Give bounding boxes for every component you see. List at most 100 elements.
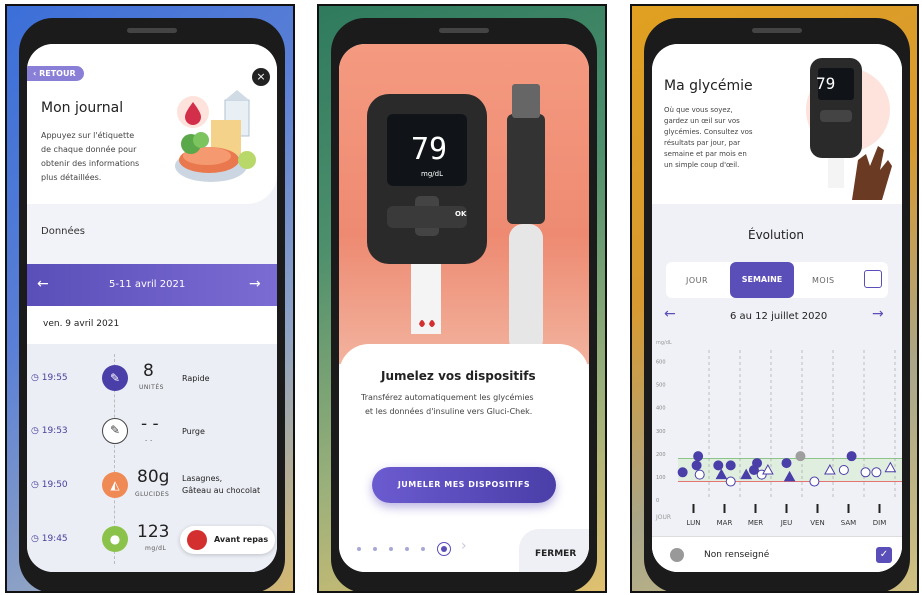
entry-label[interactable]: Lasagnes, (182, 474, 222, 483)
blood-drop-icon[interactable]: ● (102, 526, 128, 552)
data-point-circle (809, 476, 820, 487)
glucometer-and-pen-illustration (367, 84, 545, 354)
pairing-title: Jumelez vos dispositifs (381, 369, 536, 383)
entry-time: ◷ 19:55 (31, 373, 68, 383)
entry-label[interactable]: Rapide (182, 374, 210, 383)
entry-time-value: 19:55 (41, 373, 68, 383)
intro-line-1: Appuyez sur l'étiquette (41, 131, 135, 140)
legend-checkbox[interactable]: ✓ (876, 547, 892, 563)
day-tick (878, 504, 881, 513)
next-page-chevron-icon[interactable]: › (461, 538, 467, 554)
meal-tag-label: Avant repas (214, 535, 269, 544)
x-tick-label: LUN (687, 519, 701, 527)
pairing-desc-2: et les données d'insuline vers Gluci-Che… (365, 407, 533, 416)
intro-line-4: résultats par jour, par (664, 139, 741, 147)
entry-unit: GLUCIDES (135, 491, 170, 498)
intro-line-2: gardez un œil sur vos (664, 117, 740, 125)
y-tick-label: 300 (656, 429, 666, 435)
pizza-icon[interactable]: ◭ (102, 472, 128, 498)
page-title: Mon journal (41, 100, 124, 116)
pair-devices-button[interactable]: JUMELER MES DISPOSITIFS (372, 467, 556, 503)
phone-frame: ‹ RETOUR × Mon journal Appuyez sur l'éti… (19, 18, 285, 591)
page-dot[interactable] (389, 547, 393, 551)
intro-line-3: obtenir des informations (41, 159, 140, 168)
data-point-circle (694, 469, 705, 480)
back-button[interactable]: ‹ RETOUR (27, 66, 84, 81)
tab-month[interactable]: MOIS (812, 276, 835, 285)
y-tick-label: 200 (656, 452, 666, 458)
prev-range-arrow-icon[interactable]: ← (664, 306, 676, 322)
calendar-icon[interactable] (864, 270, 882, 288)
day-header: ven. 9 avril 2021 (27, 306, 277, 344)
close-button[interactable]: × (252, 68, 270, 86)
entry-label[interactable]: Purge (182, 427, 205, 436)
intro-line-5: semaine et par mois en (664, 150, 747, 158)
entry-unit: mg/dL (145, 545, 167, 552)
y-tick-label: 600 (656, 360, 666, 366)
x-tick-label: MER (748, 519, 763, 527)
y-tick-label: 500 (656, 383, 666, 389)
data-point-circle (725, 476, 736, 487)
phone-speaker (752, 28, 802, 33)
y-tick-label: 100 (656, 475, 666, 481)
week-navigation: ← 5-11 avril 2021 → (27, 264, 277, 306)
x-tick-label: DIM (873, 519, 887, 527)
journal-screen: ‹ RETOUR × Mon journal Appuyez sur l'éti… (27, 44, 277, 572)
x-tick-label: MAR (717, 519, 733, 527)
tab-week[interactable]: SEMAINE (730, 262, 794, 298)
glycemia-chart: 0 100 200 300 400 500 600 LUN MAR MER JEU VEN SAM DIM (656, 350, 902, 527)
intro-line-4: plus détaillées. (41, 173, 102, 182)
entry-value: 8 (143, 361, 154, 381)
day-tick (723, 504, 726, 513)
page-dot[interactable] (357, 547, 361, 551)
y-tick-label: 400 (656, 406, 666, 412)
legend-bar: Non renseigné ✓ (652, 536, 902, 572)
phone-frame: Ma glycémie Où que vous soyez, gardez un… (644, 18, 910, 591)
phone-speaker (439, 28, 489, 33)
insulin-pen-icon[interactable]: ✎ (102, 418, 128, 444)
x-tick-label: JEU (780, 519, 793, 527)
day-tick (847, 504, 850, 513)
day-tick (754, 504, 757, 513)
data-point-circle (677, 467, 688, 478)
data-point-circle (871, 467, 882, 478)
tab-day[interactable]: JOUR (686, 276, 708, 285)
entry-unit: - - (145, 437, 153, 444)
data-point-circle (693, 451, 704, 462)
data-point-circle (725, 460, 736, 471)
entry-value: 123 (137, 522, 170, 542)
x-tick-label: SAM (841, 519, 856, 527)
x-tick-label: VEN (810, 519, 824, 527)
close-button[interactable]: FERMER (519, 529, 589, 572)
entry-time: ◷ 19:45 (31, 534, 68, 544)
entry-label-2[interactable]: Gâteau au chocolat (182, 486, 260, 495)
intro-line-2: de chaque donnée pour (41, 145, 137, 154)
page-dot[interactable] (373, 547, 377, 551)
next-range-arrow-icon[interactable]: → (872, 306, 884, 322)
data-point-circle (713, 460, 724, 471)
insulin-pen-icon[interactable]: ✎ (102, 365, 128, 391)
next-week-arrow-icon[interactable]: → (249, 276, 261, 292)
data-point-circle (691, 460, 702, 471)
page-dot[interactable] (421, 547, 425, 551)
day-tick (816, 504, 819, 513)
pairing-screenshot-panel: 79 mg/dL OK Jumelez vos dispositifs Tran… (317, 4, 607, 593)
entry-time-value: 19:53 (41, 426, 68, 436)
data-point-circle (860, 467, 871, 478)
data-point-circle (781, 458, 792, 469)
prev-week-arrow-icon[interactable]: ← (37, 276, 49, 292)
date-range: 6 au 12 juillet 2020 (730, 311, 828, 322)
page-dot[interactable] (405, 547, 409, 551)
glucometer-hand-illustration (806, 58, 892, 200)
page-title: Ma glycémie (664, 78, 753, 94)
meter-ok-label: OK (455, 210, 467, 218)
y-tick-label: 0 (656, 498, 659, 504)
section-title: Données (41, 226, 86, 237)
intro-line-3: glycémies. Consultez vos (664, 128, 753, 136)
pairing-desc-1: Transférez automatiquement les glycémies (361, 393, 534, 402)
entry-value: 80g (137, 467, 170, 487)
day-tick (692, 504, 695, 513)
data-point-circle (846, 451, 857, 462)
legend-grey-dot-icon (670, 548, 684, 562)
intro-line-6: un simple coup d'œil. (664, 161, 740, 169)
